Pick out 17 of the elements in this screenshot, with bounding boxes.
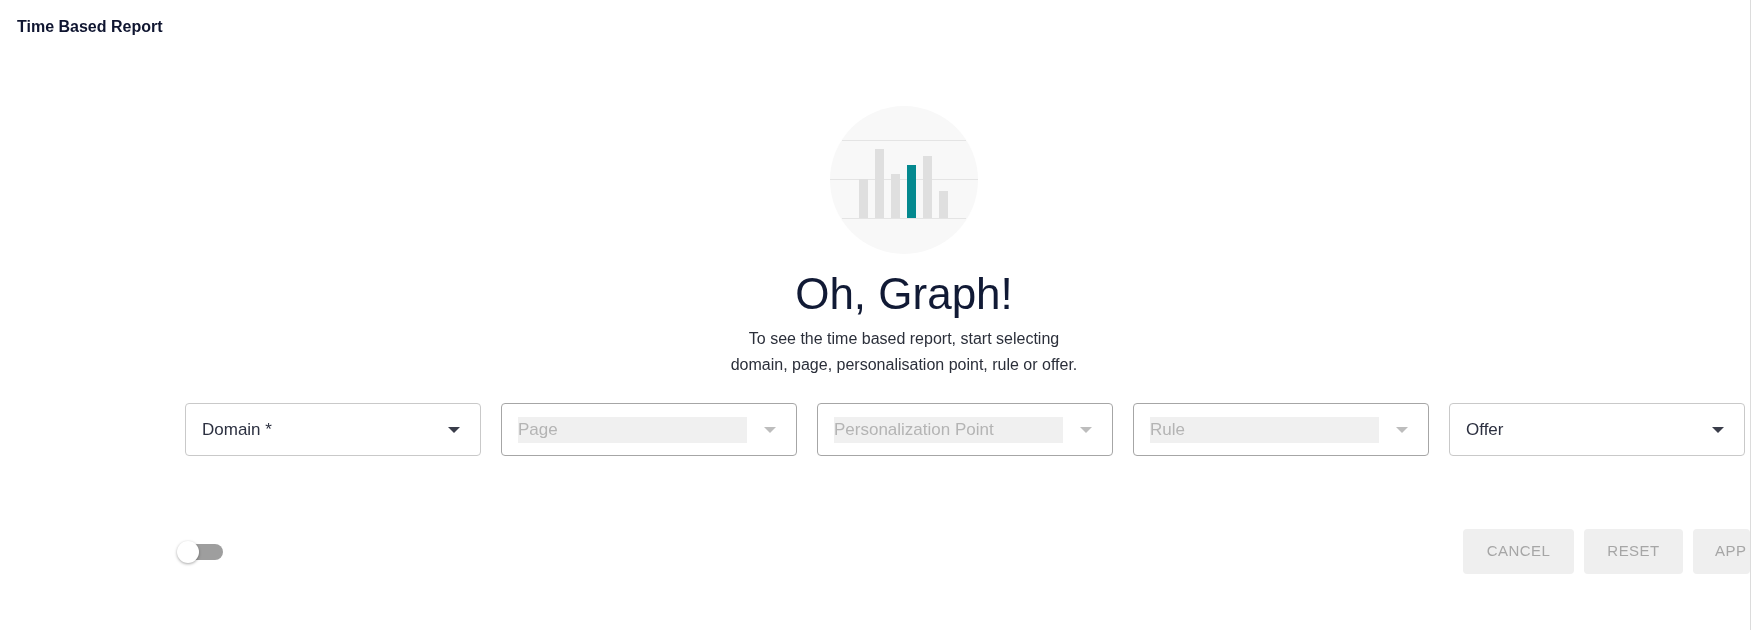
- select-field[interactable]: Domain *: [185, 403, 481, 456]
- empty-state-message: To see the time based report, start selecting domain, page, personalisation point, rule or offer.: [730, 329, 1078, 375]
- empty-state-heading: Oh, Graph!: [795, 268, 1013, 320]
- select-label: Page: [518, 416, 747, 443]
- select-label: Offer: [1466, 418, 1504, 441]
- caret-icon: [1396, 426, 1408, 433]
- caret-icon: [1712, 426, 1724, 433]
- caret-icon: [764, 426, 776, 433]
- select-field[interactable]: Offer: [1449, 403, 1745, 456]
- select-label: Personalization Point: [834, 416, 1063, 443]
- highlighted-chart-bar: [907, 165, 916, 218]
- toggle-switch[interactable]: [177, 539, 223, 564]
- caret-icon: [448, 426, 460, 433]
- select-label: Domain *: [202, 418, 272, 441]
- page-title: Time Based Report: [17, 17, 163, 37]
- select-label: Rule: [1150, 416, 1379, 443]
- caret-icon: [1080, 426, 1092, 433]
